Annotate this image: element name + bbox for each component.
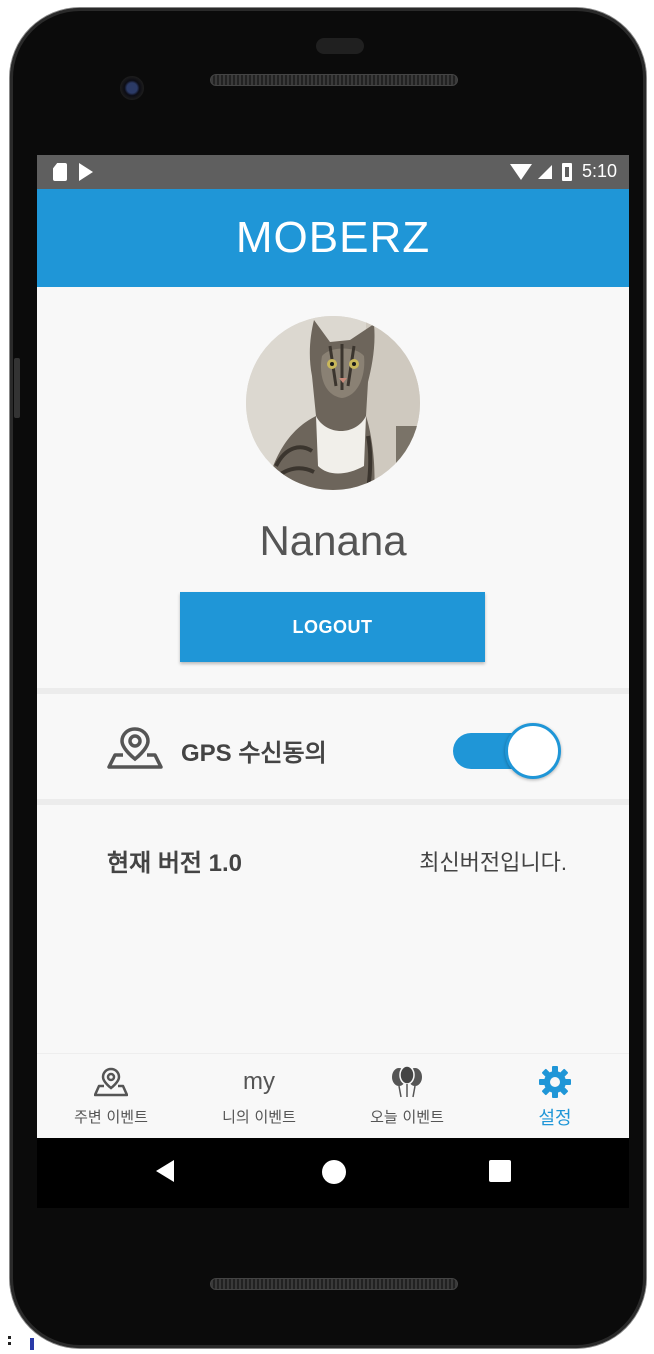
map-pin-icon [94,1067,128,1097]
top-speaker [210,74,458,86]
nav-label: 니의 이벤트 [222,1108,296,1126]
signal-icon [537,164,552,179]
volume-button [14,358,20,418]
avatar[interactable] [246,316,420,490]
front-camera [120,76,144,100]
user-name: Nanana [259,517,407,564]
status-bar: 5:10 [37,155,629,189]
version-label: 현재 버전 1.0 [107,850,243,877]
toggle-thumb [505,723,561,779]
nav-item-nearby-events[interactable]: 주변 이벤트 [37,1054,185,1138]
gear-icon [539,1066,571,1098]
nav-item-my-events[interactable]: my 니의 이벤트 [185,1054,333,1138]
nav-label: 설정 [538,1108,572,1129]
logout-button[interactable]: LOGOUT [180,592,485,662]
nav-label: 오늘 이벤트 [370,1108,444,1126]
gps-toggle[interactable] [453,723,561,779]
nav-item-settings[interactable]: 설정 [481,1054,629,1138]
back-icon[interactable] [156,1160,174,1182]
bottom-speaker [210,1278,458,1290]
app-screen: 5:10 MOBERZ Nanana LOGOUT GPS 수신동의 현재 버전… [37,155,629,1138]
home-icon[interactable] [322,1160,346,1184]
artifact-dot [8,1336,11,1339]
recent-apps-icon[interactable] [489,1160,511,1182]
play-store-icon [79,163,93,181]
gps-setting-row: GPS 수신동의 [37,695,629,799]
artifact-dot [8,1342,11,1345]
sensor-notch [316,38,364,54]
nav-label: 주변 이벤트 [74,1108,148,1126]
nav-item-today-events[interactable]: 오늘 이벤트 [333,1054,481,1138]
divider [37,688,629,694]
cat-photo [246,316,420,490]
status-time: 5:10 [581,161,617,181]
wifi-icon [509,163,532,180]
sd-card-icon [53,163,67,181]
system-navigation-bar [37,1138,629,1208]
balloons-icon [392,1066,422,1098]
battery-icon [561,162,572,181]
my-icon: my [243,1068,275,1095]
version-status: 최신버전입니다. [419,850,567,875]
app-title: MOBERZ [235,213,431,262]
map-pin-icon [107,727,163,769]
gps-label: GPS 수신동의 [181,740,327,767]
bottom-navigation: 주변 이벤트 my 니의 이벤트 오늘 이벤트 설정 [37,1053,629,1138]
artifact-mark [30,1338,34,1350]
app-bar: MOBERZ [37,189,629,287]
divider [37,799,629,805]
